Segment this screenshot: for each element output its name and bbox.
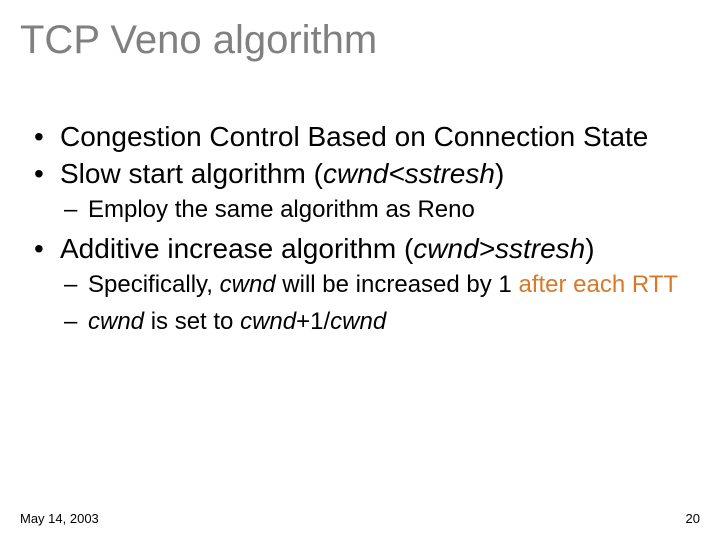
bullet-slow-start: Slow start algorithm (cwnd<sstresh) bbox=[32, 157, 688, 190]
bullet-text-var: cwnd>sstresh bbox=[413, 233, 585, 264]
footer-page-number: 20 bbox=[686, 511, 700, 526]
subbullet-cwnd-formula: cwnd is set to cwnd+1/cwnd bbox=[32, 308, 688, 336]
bullet-text-var: cwnd<sstresh bbox=[323, 158, 495, 189]
subbullet-text-orange: after each RTT bbox=[518, 271, 678, 298]
bullet-congestion-control: Congestion Control Based on Connection S… bbox=[32, 120, 688, 153]
subbullet-employ-reno: Employ the same algorithm as Reno bbox=[32, 196, 688, 224]
subbullet-var2: cwnd bbox=[240, 308, 296, 335]
subbullet-text-b: will be increased by 1 bbox=[276, 271, 519, 298]
bullet-text-post: ) bbox=[585, 233, 594, 264]
slide: TCP Veno algorithm Congestion Control Ba… bbox=[0, 0, 720, 540]
bullet-text: Congestion Control Based on Connection S… bbox=[60, 121, 648, 152]
subbullet-b: is set to bbox=[144, 308, 240, 335]
subbullet-text: Employ the same algorithm as Reno bbox=[88, 196, 475, 223]
bullet-text-pre: Slow start algorithm ( bbox=[60, 158, 323, 189]
subbullet-var3: cwnd bbox=[330, 308, 386, 335]
subbullet-var1: cwnd bbox=[88, 308, 144, 335]
slide-body: Congestion Control Based on Connection S… bbox=[32, 120, 688, 344]
bullet-additive-increase: Additive increase algorithm (cwnd>sstres… bbox=[32, 232, 688, 265]
subbullet-c: +1/ bbox=[296, 308, 330, 335]
subbullet-text-a: Specifically, bbox=[88, 271, 220, 298]
bullet-text-post: ) bbox=[495, 158, 504, 189]
slide-title: TCP Veno algorithm bbox=[20, 18, 377, 63]
subbullet-text-var: cwnd bbox=[220, 271, 276, 298]
footer-date: May 14, 2003 bbox=[20, 511, 99, 526]
bullet-text-pre: Additive increase algorithm ( bbox=[60, 233, 413, 264]
subbullet-increase-by-1: Specifically, cwnd will be increased by … bbox=[32, 271, 688, 299]
